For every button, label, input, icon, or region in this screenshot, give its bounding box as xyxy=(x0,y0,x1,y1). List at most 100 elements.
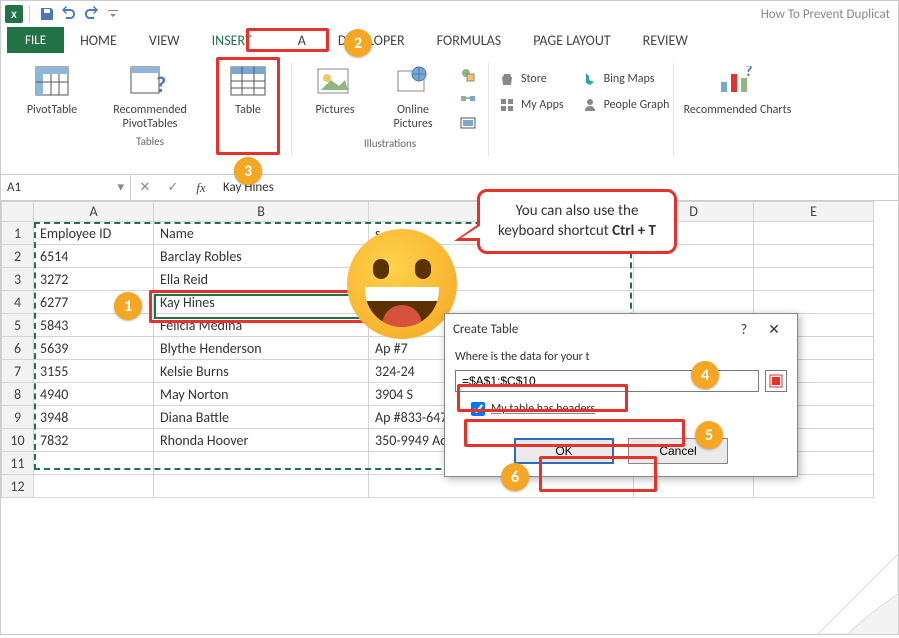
charts-icon: ? xyxy=(717,66,757,96)
tab-formulas[interactable]: FORMULAS xyxy=(421,27,518,53)
callout-badge-4: 4 xyxy=(691,361,719,389)
cell[interactable]: Kelsie Burns xyxy=(154,360,369,383)
row-header[interactable]: 11 xyxy=(2,452,34,475)
row-header[interactable]: 7 xyxy=(2,360,34,383)
bing-icon xyxy=(582,71,598,87)
smartart-icon xyxy=(460,91,476,107)
cell[interactable] xyxy=(154,475,369,498)
cell[interactable]: Name xyxy=(154,222,369,245)
tab-file[interactable]: FILE xyxy=(7,27,64,53)
row-header[interactable]: 1 xyxy=(2,222,34,245)
ribbon-tabs: FILE HOME VIEW INSERT A DEVELOPER FORMUL… xyxy=(1,27,898,53)
cell[interactable] xyxy=(754,222,874,245)
tables-group-label: Tables xyxy=(136,131,164,148)
cell[interactable]: 3272 xyxy=(34,268,154,291)
cell[interactable] xyxy=(754,245,874,268)
cell[interactable]: Blythe Henderson xyxy=(154,337,369,360)
col-header-b[interactable]: B xyxy=(154,202,369,222)
callout-box-headers xyxy=(464,419,685,447)
dialog-close-button[interactable]: ✕ xyxy=(759,321,789,338)
cell[interactable] xyxy=(34,452,154,475)
dialog-help-button[interactable]: ? xyxy=(729,321,759,338)
dialog-prompt: Where is the data for your t xyxy=(455,350,787,364)
row-header[interactable]: 5 xyxy=(2,314,34,337)
cell[interactable]: 3948 xyxy=(34,406,154,429)
name-box-dropdown-icon[interactable]: ▾ xyxy=(117,180,124,195)
formula-cancel-button[interactable]: ✕ xyxy=(131,180,159,195)
online-pictures-button[interactable]: Online Pictures xyxy=(378,59,448,131)
cell[interactable] xyxy=(754,268,874,291)
pictures-button[interactable]: Pictures xyxy=(300,59,370,117)
cell[interactable] xyxy=(634,268,754,291)
ribbon: PivotTable ? Recommended PivotTables Tab… xyxy=(1,53,898,175)
emoji-decor xyxy=(347,229,457,339)
tip-shortcut: Ctrl + T xyxy=(612,222,656,240)
pivottable-button[interactable]: PivotTable xyxy=(17,59,87,117)
qat-customize-button[interactable] xyxy=(102,3,124,25)
row-header[interactable]: 12 xyxy=(2,475,34,498)
screenshot-button[interactable] xyxy=(456,113,480,133)
row-header[interactable]: 6 xyxy=(2,337,34,360)
tab-page-layout[interactable]: PAGE LAYOUT xyxy=(517,27,626,53)
people-graph-button[interactable]: People Graph xyxy=(578,95,674,115)
select-all-corner[interactable] xyxy=(2,202,34,222)
cell[interactable] xyxy=(754,475,874,498)
cell[interactable]: Barclay Robles xyxy=(154,245,369,268)
pictures-icon xyxy=(317,66,353,96)
row-header[interactable]: 3 xyxy=(2,268,34,291)
recommended-pivottables-button[interactable]: ? Recommended PivotTables xyxy=(95,59,205,131)
formula-accept-button[interactable]: ✓ xyxy=(159,180,187,195)
tab-view[interactable]: VIEW xyxy=(133,27,196,53)
shapes-button[interactable] xyxy=(456,65,480,85)
callout-badge-6: 6 xyxy=(501,463,529,491)
col-header-a[interactable]: A xyxy=(34,202,154,222)
store-button[interactable]: Store xyxy=(495,69,568,89)
row-header[interactable]: 4 xyxy=(2,291,34,314)
row-header[interactable]: 10 xyxy=(2,429,34,452)
cell[interactable] xyxy=(34,475,154,498)
my-apps-button[interactable]: My Apps xyxy=(495,95,568,115)
cell[interactable]: May Norton xyxy=(154,383,369,406)
name-box-value: A1 xyxy=(7,180,21,195)
cell[interactable]: 4940 xyxy=(34,383,154,406)
cell[interactable]: Employee ID xyxy=(34,222,154,245)
row-header[interactable]: 9 xyxy=(2,406,34,429)
recommended-charts-label: Recommended Charts xyxy=(684,103,792,117)
row-header[interactable]: 2 xyxy=(2,245,34,268)
document-title: How To Prevent Duplicat xyxy=(124,7,894,22)
shapes-icon xyxy=(460,67,476,83)
range-picker-icon xyxy=(769,374,783,388)
recommended-charts-button[interactable]: ? Recommended Charts xyxy=(682,59,792,117)
cell[interactable] xyxy=(154,452,369,475)
my-apps-label: My Apps xyxy=(521,98,564,112)
col-header-e[interactable]: E xyxy=(754,202,874,222)
insert-function-button[interactable]: fx xyxy=(187,180,215,196)
apps-icon xyxy=(499,97,515,113)
smartart-button[interactable] xyxy=(456,89,480,109)
tab-home[interactable]: HOME xyxy=(64,27,133,53)
svg-text:?: ? xyxy=(745,66,752,81)
cell[interactable] xyxy=(634,291,754,314)
cell[interactable] xyxy=(754,291,874,314)
qat-redo-button[interactable] xyxy=(80,3,102,25)
page-curl-decor xyxy=(818,554,898,634)
name-box[interactable]: A1 ▾ xyxy=(1,175,131,200)
cell[interactable]: 3155 xyxy=(34,360,154,383)
cell[interactable]: Ella Reid xyxy=(154,268,369,291)
bing-maps-button[interactable]: Bing Maps xyxy=(578,69,674,89)
range-picker-button[interactable] xyxy=(765,370,787,392)
cell[interactable]: 6514 xyxy=(34,245,154,268)
row-header[interactable]: 8 xyxy=(2,383,34,406)
callout-box-range xyxy=(457,384,628,412)
tab-review[interactable]: REVIEW xyxy=(627,27,704,53)
redo-icon xyxy=(83,6,99,22)
cell[interactable]: Diana Battle xyxy=(154,406,369,429)
qat-undo-button[interactable] xyxy=(58,3,80,25)
cell[interactable]: 5639 xyxy=(34,337,154,360)
cell[interactable]: 7832 xyxy=(34,429,154,452)
qat-save-button[interactable] xyxy=(36,3,58,25)
save-icon xyxy=(39,6,55,22)
dropdown-icon xyxy=(105,6,121,22)
cell[interactable]: Rhonda Hoover xyxy=(154,429,369,452)
callout-badge-5: 5 xyxy=(695,421,723,449)
